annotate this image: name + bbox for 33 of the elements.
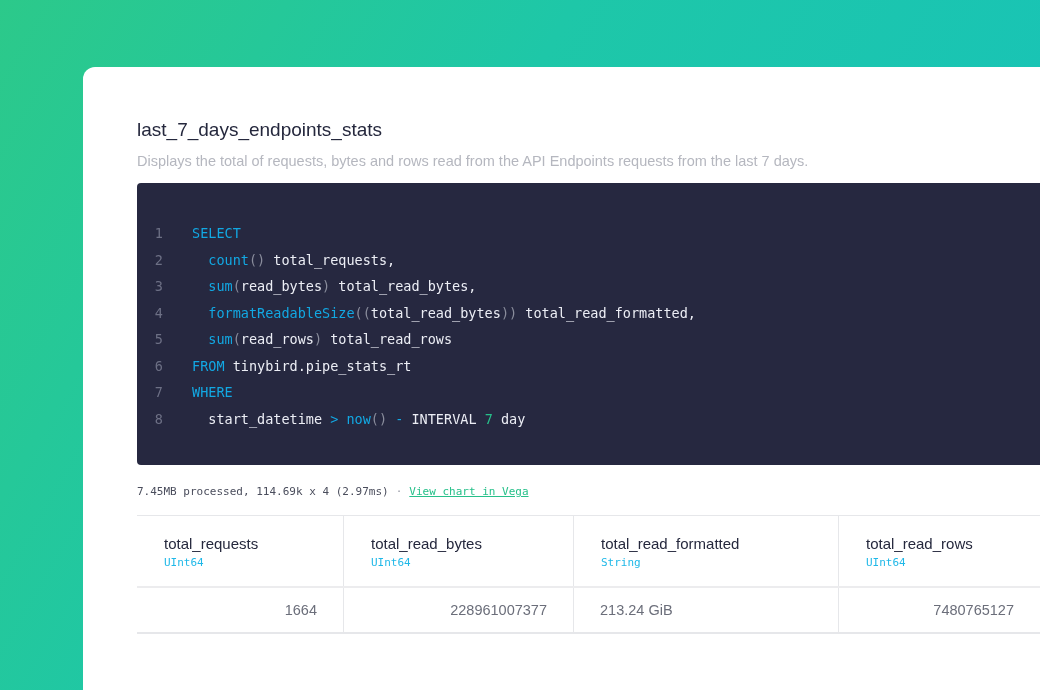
code-line: sum(read_bytes) total_read_bytes, [207,278,477,295]
vega-chart-link[interactable]: View chart in Vega [409,485,529,498]
column-name: total_read_bytes [371,535,483,552]
column-type: String [601,556,642,569]
table-cell: 228961007377 [450,602,547,618]
line-number: 5 [153,331,164,348]
code-line: sum(read_rows) total_read_rows [207,331,453,348]
code-line: count() total_requests, [207,251,396,268]
code-line: FROM tinybird.pipe_stats_rt [192,357,412,374]
line-number: 4 [153,304,164,321]
line-number: 2 [153,251,164,268]
code-line: start_datetime > now() - INTERVAL 7 day [207,410,526,427]
line-number: 6 [153,357,164,374]
pipe-description: Displays the total of requests, bytes and rows read from the API Endpoints requests from the last 7 days. [137,153,810,169]
code-line: formatReadableSize((total_read_bytes)) total_read_formatted, [207,304,696,321]
table-cell: 213.24 GiB [600,602,673,618]
code-line: SELECT [192,225,241,242]
line-number: 3 [153,278,164,295]
table-cell: 1664 [284,602,317,618]
column-type: UInt64 [164,556,205,569]
table-cell: 7480765127 [933,602,1014,618]
line-number: 7 [153,384,164,401]
column-name: total_read_rows [866,535,974,552]
column-type: UInt64 [866,556,907,569]
separator-dot: · [395,485,403,498]
code-line: WHERE [192,384,233,401]
stats-text: 7.45MB processed, 114.69k x 4 (2.97ms) [137,485,389,498]
column-name: total_requests [164,535,260,552]
column-type: UInt64 [371,556,412,569]
line-number: 1 [153,225,164,242]
pipe-title: last_7_days_endpoints_stats [137,119,384,143]
column-name: total_read_formatted [601,535,741,552]
line-number: 8 [153,410,164,427]
